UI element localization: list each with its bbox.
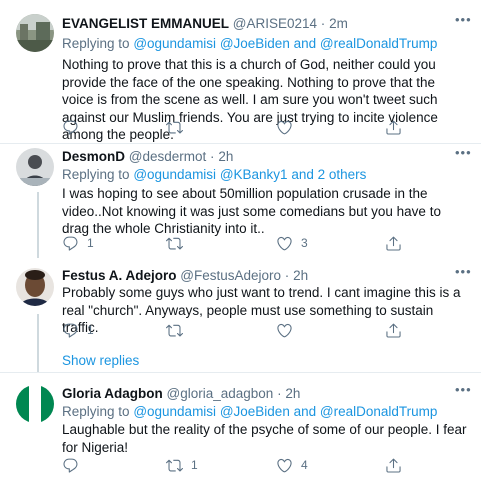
joiner-text: and bbox=[293, 404, 317, 419]
joiner-text: and bbox=[293, 36, 317, 51]
separator-dot: · bbox=[320, 16, 326, 31]
more-icon[interactable]: ••• bbox=[455, 13, 471, 31]
like-count: 3 bbox=[301, 236, 308, 250]
thread-line bbox=[37, 314, 39, 372]
retweet-button[interactable] bbox=[166, 118, 191, 136]
like-count: 4 bbox=[301, 458, 308, 472]
avatar[interactable] bbox=[16, 14, 54, 52]
tweet-desmond[interactable]: DesmonD @desdermot · 2h ••• Replying to … bbox=[0, 144, 481, 260]
tweet-text: I was hoping to see about 50million popu… bbox=[62, 186, 441, 236]
retweet-count: 1 bbox=[191, 458, 198, 472]
tweet-header: Festus A. Adejoro @FestusAdejoro · 2h bbox=[62, 267, 308, 284]
retweet-icon bbox=[166, 119, 183, 136]
mention-link[interactable]: @realDonaldTrump bbox=[320, 404, 438, 419]
like-button[interactable]: 3 bbox=[276, 234, 308, 252]
tweet-header: Gloria Adagbon @gloria_adagbon · 2h bbox=[62, 385, 300, 402]
avatar[interactable] bbox=[16, 268, 54, 306]
mention-link[interactable]: @JoeBiden bbox=[220, 36, 290, 51]
tweet-festus[interactable]: Festus A. Adejoro @FestusAdejoro · 2h ••… bbox=[0, 260, 481, 372]
tweet-evangelist-emmanuel[interactable]: EVANGELIST EMMANUEL @ARISE0214 · 2m ••• … bbox=[0, 0, 481, 143]
retweet-button[interactable] bbox=[166, 234, 191, 252]
avatar[interactable] bbox=[16, 148, 54, 186]
share-button[interactable] bbox=[385, 456, 402, 474]
reply-icon bbox=[62, 322, 79, 339]
replying-to-label: Replying to bbox=[62, 404, 130, 419]
mention-link[interactable]: @JoeBiden bbox=[220, 404, 290, 419]
display-name[interactable]: Gloria Adagbon bbox=[62, 386, 163, 401]
tweet-actions: 1 4 bbox=[62, 456, 462, 474]
retweet-button[interactable]: 1 bbox=[166, 456, 198, 474]
timestamp[interactable]: 2h bbox=[285, 386, 300, 401]
reply-button[interactable] bbox=[62, 456, 87, 474]
separator-dot: · bbox=[210, 149, 215, 164]
mention-link[interactable]: @KBanky1 bbox=[220, 167, 288, 182]
share-icon bbox=[385, 235, 402, 252]
avatar[interactable] bbox=[16, 385, 54, 423]
display-name[interactable]: EVANGELIST EMMANUEL bbox=[62, 16, 229, 31]
thread-line bbox=[37, 192, 39, 258]
separator-dot: · bbox=[284, 268, 290, 283]
more-icon[interactable]: ••• bbox=[455, 146, 471, 164]
heart-icon bbox=[276, 457, 293, 474]
reply-icon bbox=[62, 119, 79, 136]
share-button[interactable] bbox=[385, 321, 402, 339]
replying-to-label: Replying to bbox=[62, 36, 130, 51]
share-button[interactable] bbox=[385, 118, 402, 136]
mention-link[interactable]: @ogundamisi bbox=[133, 404, 216, 419]
more-icon[interactable]: ••• bbox=[455, 383, 471, 401]
display-name[interactable]: Festus A. Adejoro bbox=[62, 268, 177, 283]
show-replies-link[interactable]: Show replies bbox=[62, 353, 139, 368]
share-icon bbox=[385, 457, 402, 474]
timestamp[interactable]: 2h bbox=[218, 149, 233, 164]
retweet-button[interactable] bbox=[166, 321, 191, 339]
like-button[interactable] bbox=[276, 321, 301, 339]
retweet-icon bbox=[166, 457, 183, 474]
like-button[interactable]: 4 bbox=[276, 456, 308, 474]
mention-link[interactable]: 2 others bbox=[318, 167, 367, 182]
mention-link[interactable]: @ogundamisi bbox=[133, 167, 216, 182]
reply-button[interactable]: 1 bbox=[62, 234, 94, 252]
separator-dot: · bbox=[277, 386, 282, 401]
replying-to-label: Replying to bbox=[62, 167, 130, 182]
tweet-header: DesmonD @desdermot · 2h bbox=[62, 148, 233, 165]
tweet-gloria[interactable]: Gloria Adagbon @gloria_adagbon · 2h ••• … bbox=[0, 373, 481, 479]
handle[interactable]: @desdermot bbox=[129, 149, 207, 164]
retweet-icon bbox=[166, 322, 183, 339]
tweet-text: Laughable but the reality of the psyche … bbox=[62, 422, 467, 455]
heart-icon bbox=[276, 322, 293, 339]
reply-count: 1 bbox=[87, 236, 94, 250]
reply-count: 1 bbox=[87, 323, 94, 337]
mention-link[interactable]: @ogundamisi bbox=[133, 36, 216, 51]
timestamp[interactable]: 2m bbox=[329, 16, 348, 31]
replying-to: Replying to @ogundamisi @JoeBiden and @r… bbox=[62, 35, 437, 52]
share-button[interactable] bbox=[385, 234, 402, 252]
retweet-icon bbox=[166, 235, 183, 252]
tweet-actions bbox=[62, 118, 462, 136]
tweet-header: EVANGELIST EMMANUEL @ARISE0214 · 2m bbox=[62, 15, 348, 32]
like-button[interactable] bbox=[276, 118, 301, 136]
reply-icon bbox=[62, 235, 79, 252]
handle[interactable]: @gloria_adagbon bbox=[167, 386, 274, 401]
reply-button[interactable]: 1 bbox=[62, 321, 94, 339]
heart-icon bbox=[276, 119, 293, 136]
joiner-text: and bbox=[291, 167, 314, 182]
timestamp[interactable]: 2h bbox=[293, 268, 308, 283]
heart-icon bbox=[276, 235, 293, 252]
reply-icon bbox=[62, 457, 79, 474]
tweet-actions: 1 bbox=[62, 321, 462, 339]
replying-to: Replying to @ogundamisi @KBanky1 and 2 o… bbox=[62, 166, 366, 183]
replying-to: Replying to @ogundamisi @JoeBiden and @r… bbox=[62, 403, 437, 420]
share-icon bbox=[385, 322, 402, 339]
share-icon bbox=[385, 119, 402, 136]
more-icon[interactable]: ••• bbox=[455, 265, 471, 283]
reply-feed: EVANGELIST EMMANUEL @ARISE0214 · 2m ••• … bbox=[0, 0, 481, 479]
reply-button[interactable] bbox=[62, 118, 87, 136]
handle[interactable]: @ARISE0214 bbox=[233, 16, 317, 31]
display-name[interactable]: DesmonD bbox=[62, 149, 125, 164]
handle[interactable]: @FestusAdejoro bbox=[180, 268, 281, 283]
mention-link[interactable]: @realDonaldTrump bbox=[320, 36, 438, 51]
tweet-actions: 1 3 bbox=[62, 234, 462, 252]
